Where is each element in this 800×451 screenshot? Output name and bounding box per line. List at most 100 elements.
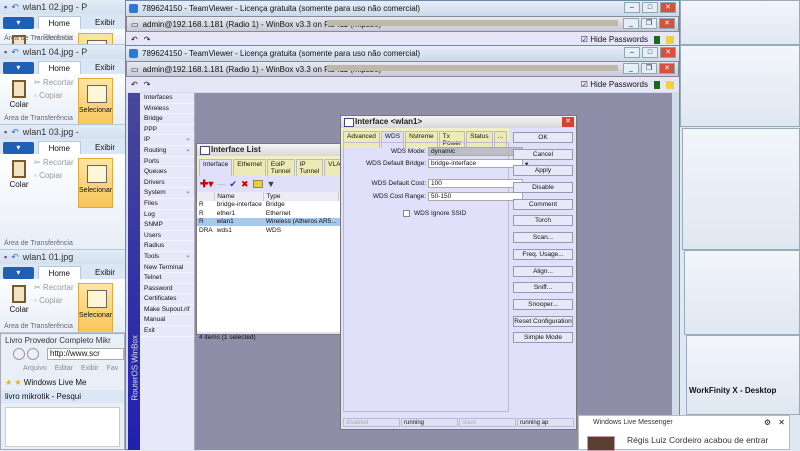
star-icon[interactable]: ★ ★: [5, 378, 24, 387]
minimize-button[interactable]: –: [624, 47, 640, 58]
menu-item[interactable]: Interfaces: [140, 93, 194, 104]
paint-menu-button[interactable]: ▾: [3, 62, 34, 74]
menu-item[interactable]: Ports: [140, 157, 194, 168]
select-button[interactable]: Selecionar: [78, 283, 113, 332]
menu-item[interactable]: Make Supout.rif: [140, 305, 194, 316]
tab[interactable]: EoIP Tunnel: [266, 159, 295, 176]
menu-item[interactable]: IP: [140, 135, 194, 146]
disable-icon[interactable]: ✖: [241, 179, 249, 190]
tab-home[interactable]: Home: [37, 266, 81, 279]
messenger-notification[interactable]: Windows Live Messenger ⚙ ✕ Régis Luiz Co…: [578, 415, 790, 451]
redo-icon[interactable]: ↷: [144, 80, 151, 89]
menu-item[interactable]: Log: [140, 210, 194, 221]
cut-button[interactable]: ✂ Recortar: [34, 158, 74, 167]
close-icon[interactable]: ✕: [778, 418, 785, 427]
filter-icon[interactable]: ▼: [267, 179, 276, 189]
dialog-button[interactable]: Scan...: [513, 232, 573, 244]
close-button[interactable]: ✕: [660, 2, 676, 13]
comment-icon[interactable]: [252, 180, 263, 188]
undo-icon[interactable]: ↶: [131, 35, 138, 44]
dialog-button[interactable]: Apply: [513, 165, 573, 177]
fav-link[interactable]: Windows Live Me: [24, 378, 87, 387]
save-icon[interactable]: ▪: [4, 2, 7, 12]
paste-button[interactable]: Colar: [8, 285, 30, 314]
wds-mode-select[interactable]: dynamic: [428, 147, 523, 156]
dialog-button[interactable]: Align...: [513, 265, 573, 277]
maximize-button[interactable]: □: [642, 47, 658, 58]
menu-item[interactable]: Certificates: [140, 294, 194, 305]
enable-icon[interactable]: ✔: [229, 179, 237, 190]
dialog-button[interactable]: Reset Configuration: [513, 315, 573, 327]
close-button[interactable]: ✕: [562, 117, 574, 127]
undo-icon[interactable]: ↶: [131, 80, 138, 89]
tab[interactable]: Ethernet: [233, 159, 266, 176]
table-row[interactable]: Rether1Ethernet2: [197, 209, 351, 218]
select-button[interactable]: Selecionar: [78, 158, 113, 208]
menu-item[interactable]: Tools: [140, 252, 194, 263]
dialog-button[interactable]: Comment: [513, 198, 573, 210]
ie-tab[interactable]: livro mikrotik - Pesqui: [1, 390, 124, 403]
menu-item[interactable]: SNMP: [140, 220, 194, 231]
address-bar[interactable]: http://www.scr: [47, 348, 124, 360]
settings-icon[interactable]: ⚙: [764, 418, 771, 427]
menu-item[interactable]: Queues: [140, 167, 194, 178]
redo-icon[interactable]: ↷: [144, 35, 151, 44]
paste-button[interactable]: Colar: [8, 160, 30, 189]
wds-bridge-select[interactable]: bridge-interface: [428, 159, 523, 168]
table-row[interactable]: Rwlan1Wireless (Atheros AR5...3: [197, 217, 351, 226]
menu-item[interactable]: Radius: [140, 241, 194, 252]
tab[interactable]: IP Tunnel: [295, 159, 324, 176]
table-row[interactable]: Rbridge-interfaceBridge2: [197, 201, 351, 210]
menu-item[interactable]: System: [140, 188, 194, 199]
tab-exibir[interactable]: Exibir: [85, 141, 125, 154]
tab-home[interactable]: Home: [37, 61, 81, 74]
copy-button[interactable]: ▫ Copiar: [34, 296, 63, 305]
menu-item[interactable]: Telnet: [140, 273, 194, 284]
dialog-button[interactable]: Simple Mode: [513, 332, 573, 344]
tab-exibir[interactable]: Exibir: [85, 61, 125, 74]
close-button[interactable]: ✕: [660, 47, 676, 58]
save-icon[interactable]: ▪: [4, 252, 7, 262]
table-row[interactable]: DRAwds1WDS3: [197, 226, 351, 235]
menu-item[interactable]: Password: [140, 284, 194, 295]
menu-item[interactable]: Routing: [140, 146, 194, 157]
menu-item[interactable]: PPP: [140, 125, 194, 136]
menu-item[interactable]: Bridge: [140, 114, 194, 125]
tab-exibir[interactable]: Exibir: [85, 16, 125, 29]
remove-icon[interactable]: —: [217, 180, 225, 189]
cut-button[interactable]: ✂ Recortar: [34, 78, 74, 87]
menu-item[interactable]: Drivers: [140, 178, 194, 189]
copy-button[interactable]: ▫ Copiar: [34, 171, 63, 180]
close-button[interactable]: ✕: [659, 63, 675, 74]
menu-item[interactable]: New Terminal: [140, 263, 194, 274]
undo-icon[interactable]: ↶: [11, 47, 19, 58]
select-button[interactable]: Selecionar: [78, 33, 113, 44]
dialog-button[interactable]: Sniff...: [513, 282, 573, 294]
dialog-button[interactable]: Freq. Usage...: [513, 248, 573, 260]
paste-button[interactable]: Colar: [8, 80, 30, 109]
menu-exibir[interactable]: Exibir: [81, 365, 99, 372]
back-icon[interactable]: [13, 348, 25, 360]
minimize-button[interactable]: _: [623, 18, 639, 29]
undo-icon[interactable]: ↶: [11, 2, 19, 13]
menu-editar[interactable]: Editar: [55, 365, 73, 372]
menu-item[interactable]: Files: [140, 199, 194, 210]
add-icon[interactable]: ✚▾: [200, 179, 213, 190]
minimize-button[interactable]: –: [624, 2, 640, 13]
wds-range-input[interactable]: 50-150: [428, 192, 523, 201]
ignore-ssid-checkbox[interactable]: [403, 210, 410, 217]
undo-icon[interactable]: ↶: [11, 252, 19, 263]
menu-item[interactable]: Manual: [140, 315, 194, 327]
maximize-button[interactable]: □: [642, 2, 658, 13]
wds-cost-input[interactable]: 100: [428, 179, 523, 188]
dialog-button[interactable]: Disable: [513, 182, 573, 194]
column-header[interactable]: Type: [263, 192, 340, 201]
tab-home[interactable]: Home: [37, 16, 81, 29]
undo-icon[interactable]: ↶: [11, 127, 19, 138]
save-icon[interactable]: ▪: [4, 47, 7, 57]
dialog-button[interactable]: Cancel: [513, 148, 573, 160]
minimize-button[interactable]: _: [623, 63, 639, 74]
column-header[interactable]: [197, 192, 216, 201]
hide-passwords-checkbox[interactable]: ☑ Hide Passwords: [581, 35, 648, 44]
menu-item[interactable]: Exit: [140, 326, 194, 337]
